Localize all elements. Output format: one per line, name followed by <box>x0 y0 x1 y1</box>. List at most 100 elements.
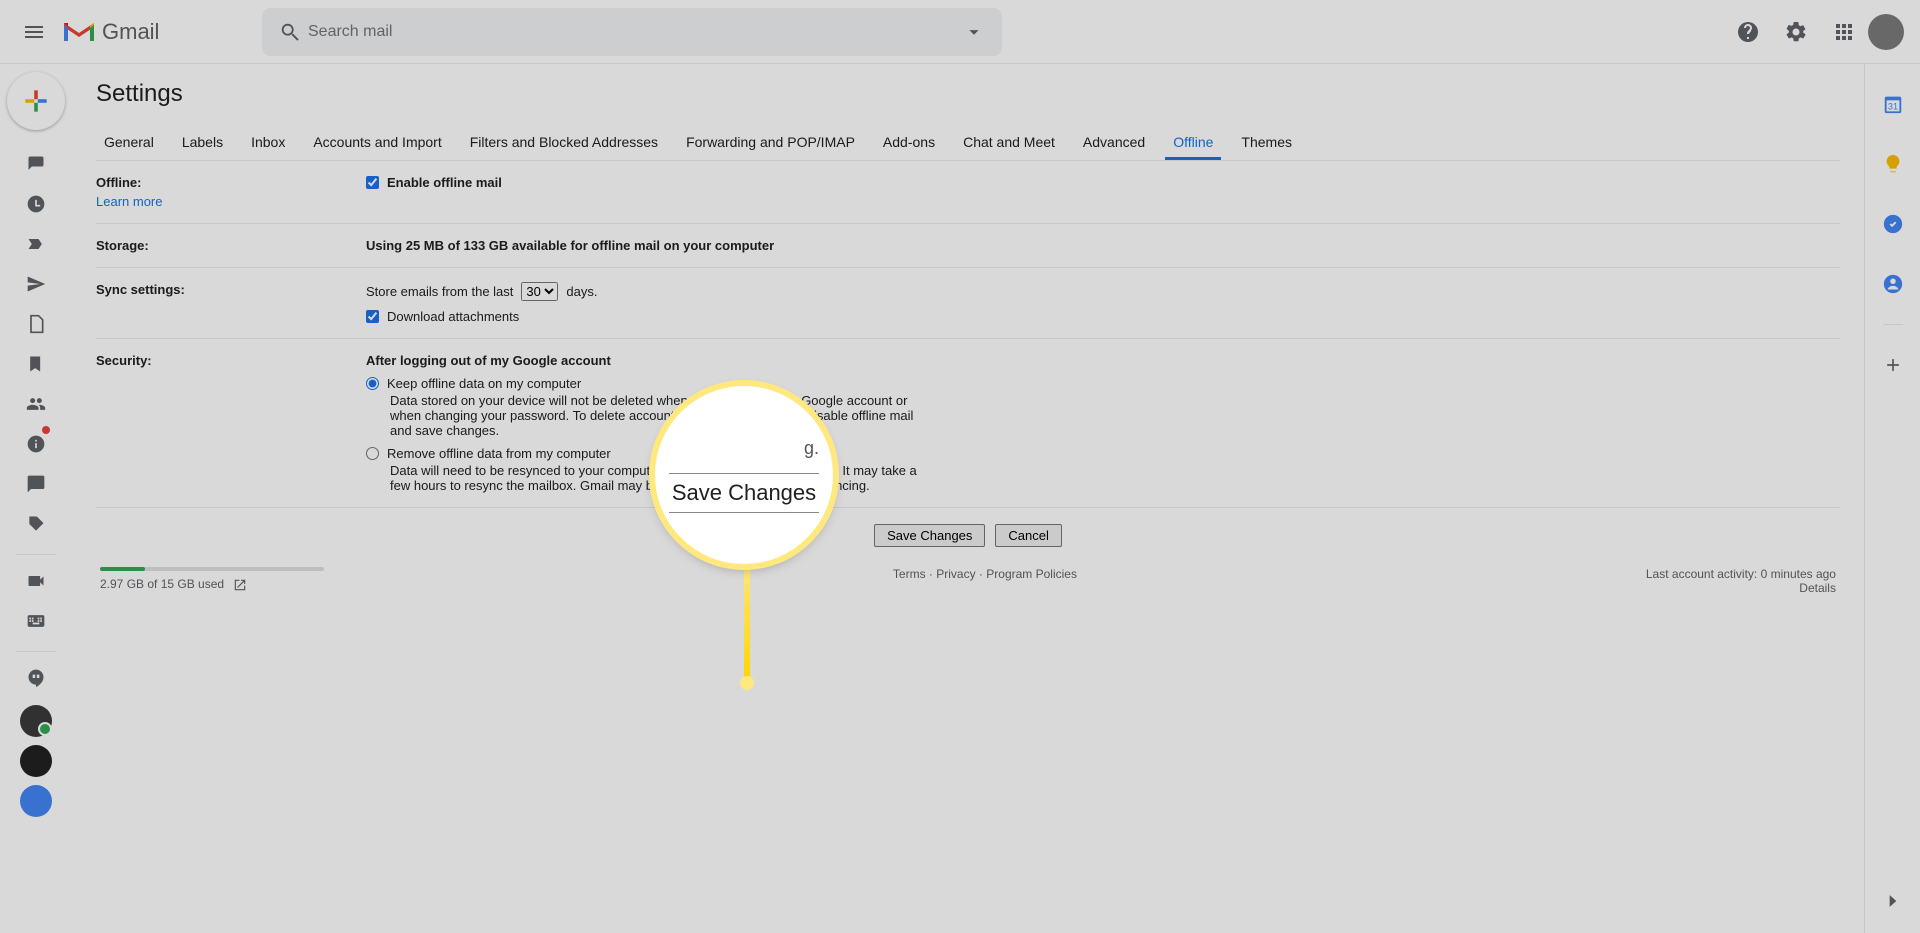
save-changes-button[interactable]: Save Changes <box>874 524 985 547</box>
keep-data-label: Keep offline data on my computer <box>387 376 581 391</box>
side-panel-collapse[interactable] <box>1873 881 1913 921</box>
security-heading: After logging out of my Google account <box>366 353 1840 368</box>
page-title: Settings <box>96 80 1840 108</box>
nav-snoozed[interactable] <box>12 186 60 222</box>
compose-button[interactable] <box>7 72 65 130</box>
sync-days-select[interactable]: 30 <box>521 282 558 301</box>
tab-labels[interactable]: Labels <box>174 124 231 160</box>
tab-accounts[interactable]: Accounts and Import <box>305 124 449 160</box>
nav-inbox[interactable] <box>12 146 60 182</box>
tab-advanced[interactable]: Advanced <box>1075 124 1153 160</box>
nav-chat[interactable] <box>12 466 60 502</box>
account-avatar[interactable] <box>1868 14 1904 50</box>
apps-button[interactable] <box>1820 8 1868 56</box>
apps-grid-icon <box>1832 20 1856 44</box>
magnifier-button-text: Save Changes <box>669 473 819 513</box>
get-addons[interactable] <box>1873 345 1913 385</box>
calendar-app[interactable]: 31 <box>1873 84 1913 124</box>
important-icon <box>26 234 46 254</box>
keep-data-radio[interactable] <box>366 377 379 390</box>
cancel-button[interactable]: Cancel <box>995 524 1061 547</box>
gmail-logo[interactable]: Gmail <box>62 19 262 45</box>
gmail-wordmark: Gmail <box>102 19 159 45</box>
support-button[interactable] <box>1724 8 1772 56</box>
nav-chat-avatar-2[interactable] <box>12 740 60 776</box>
tab-general[interactable]: General <box>96 124 162 160</box>
clock-icon <box>26 194 46 214</box>
hamburger-icon <box>22 20 46 44</box>
nav-info[interactable] <box>12 426 60 462</box>
magnifier-dot <box>740 676 754 690</box>
sync-section-label: Sync settings: <box>96 282 185 297</box>
file-icon <box>26 314 46 334</box>
settings-content: Settings General Labels Inbox Accounts a… <box>72 64 1864 933</box>
details-link[interactable]: Details <box>1799 581 1836 595</box>
plus-icon <box>1883 355 1903 375</box>
enable-offline-checkbox[interactable] <box>366 176 379 189</box>
magnifier-top-fragment: g. <box>669 438 819 459</box>
policies-link[interactable]: Program Policies <box>986 567 1077 581</box>
settings-tabs: General Labels Inbox Accounts and Import… <box>96 124 1840 161</box>
open-external-icon[interactable] <box>233 578 247 592</box>
send-icon <box>26 274 46 294</box>
keep-icon <box>1882 153 1904 175</box>
tab-offline[interactable]: Offline <box>1165 124 1221 160</box>
nav-meet-join[interactable] <box>12 603 60 639</box>
keep-app[interactable] <box>1873 144 1913 184</box>
nav-drafts[interactable] <box>12 306 60 342</box>
offline-section-label: Offline: <box>96 175 142 190</box>
settings-button[interactable] <box>1772 8 1820 56</box>
remove-data-radio[interactable] <box>366 447 379 460</box>
search-icon <box>279 21 301 43</box>
chevron-down-icon[interactable] <box>963 21 985 43</box>
tasks-app[interactable] <box>1873 204 1913 244</box>
tasks-icon <box>1882 213 1904 235</box>
side-panel: 31 <box>1864 64 1920 933</box>
tab-addons[interactable]: Add-ons <box>875 124 943 160</box>
main-menu-button[interactable] <box>10 8 58 56</box>
enable-offline-label: Enable offline mail <box>387 175 502 190</box>
contacts-app[interactable] <box>1873 264 1913 304</box>
download-attachments-label: Download attachments <box>387 309 519 324</box>
search-bar[interactable] <box>262 8 1002 56</box>
keep-data-desc: Data stored on your device will not be d… <box>390 393 930 438</box>
tab-chat[interactable]: Chat and Meet <box>955 124 1063 160</box>
account-activity-text: Last account activity: 0 minutes ago <box>1646 567 1836 581</box>
video-icon <box>26 571 46 591</box>
store-prefix: Store emails from the last <box>366 284 513 299</box>
search-input[interactable] <box>308 23 956 41</box>
keyboard-icon <box>26 611 46 631</box>
nav-contacts[interactable] <box>12 386 60 422</box>
nav-sent[interactable] <box>12 266 60 302</box>
people-icon <box>26 394 46 414</box>
privacy-link[interactable]: Privacy <box>936 567 975 581</box>
plus-icon <box>20 85 52 117</box>
calendar-icon: 31 <box>1882 93 1904 115</box>
nav-hangouts[interactable] <box>12 660 60 696</box>
storage-bar <box>100 567 324 571</box>
nav-meet-new[interactable] <box>12 563 60 599</box>
chevron-right-icon <box>1883 891 1903 911</box>
tab-forwarding[interactable]: Forwarding and POP/IMAP <box>678 124 863 160</box>
gear-icon <box>1784 20 1808 44</box>
help-icon <box>1736 20 1760 44</box>
download-attachments-checkbox[interactable] <box>366 310 379 323</box>
tab-inbox[interactable]: Inbox <box>243 124 293 160</box>
nav-important[interactable] <box>12 226 60 262</box>
tab-filters[interactable]: Filters and Blocked Addresses <box>462 124 666 160</box>
store-suffix: days. <box>566 284 597 299</box>
nav-chat-avatar-1[interactable] <box>12 700 60 736</box>
remove-data-label: Remove offline data from my computer <box>387 446 611 461</box>
info-icon <box>26 434 46 454</box>
storage-used-text: 2.97 GB of 15 GB used <box>100 577 224 591</box>
left-sidebar <box>0 64 72 933</box>
nav-categories[interactable] <box>12 346 60 382</box>
magnifier-connector <box>744 560 750 680</box>
tab-themes[interactable]: Themes <box>1233 124 1300 160</box>
label-icon <box>26 354 46 374</box>
tag-icon <box>26 514 46 534</box>
nav-tag[interactable] <box>12 506 60 542</box>
terms-link[interactable]: Terms <box>893 567 926 581</box>
learn-more-link[interactable]: Learn more <box>96 194 366 209</box>
nav-chat-avatar-3[interactable] <box>12 780 60 816</box>
